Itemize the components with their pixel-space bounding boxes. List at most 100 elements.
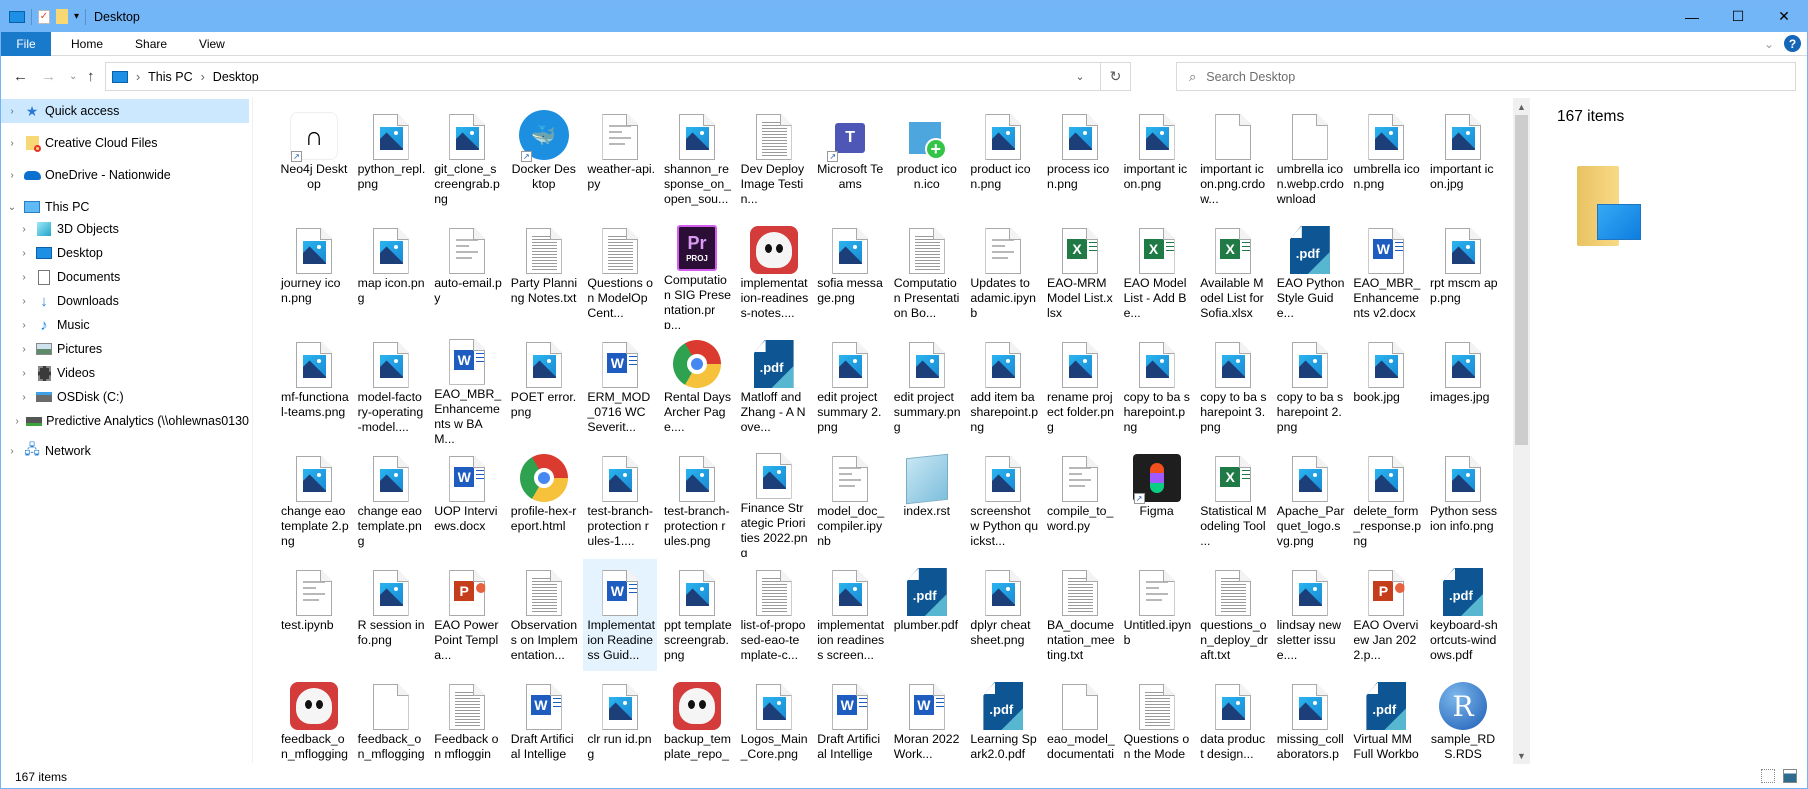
file-item[interactable]: implementation-readiness-notes.... [737, 217, 811, 329]
file-item[interactable]: feedback_on_mflogging_d... [354, 673, 428, 763]
file-item[interactable]: X EAO-MRM Model List.xlsx [1043, 217, 1117, 329]
file-item[interactable]: Python session info.png [1426, 445, 1500, 557]
sidebar-item-pictures[interactable]: › Pictures [1, 337, 249, 361]
file-item[interactable]: test.ipynb [277, 559, 351, 671]
tab-share[interactable]: Share [119, 32, 183, 56]
sidebar-item-this-pc[interactable]: ⌄ This PC [1, 195, 249, 219]
file-item[interactable]: Dev Deploy Image Testin... [737, 103, 811, 215]
chevron-right-icon[interactable]: › [17, 392, 31, 403]
file-item[interactable]: change eao template.png [354, 445, 428, 557]
file-item[interactable]: W EAO_MBR_Enhancements v2.docx [1349, 217, 1423, 329]
file-item[interactable]: + product icon.ico [890, 103, 964, 215]
file-item[interactable]: journey icon.png [277, 217, 351, 329]
file-item[interactable]: index.rst [890, 445, 964, 557]
file-item[interactable]: edit project summary 2.png [813, 331, 887, 443]
file-item[interactable]: .pdf EAO Python Style Guide... [1273, 217, 1347, 329]
file-item[interactable]: ∩ ↗ Neo4j Desktop [277, 103, 351, 215]
file-item[interactable]: add item ba sharepoint.png [966, 331, 1040, 443]
file-item[interactable]: Rental Days Archer Page.... [660, 331, 734, 443]
file-item[interactable]: lindsay newsletter issue.... [1273, 559, 1347, 671]
sidebar-item-videos[interactable]: › Videos [1, 361, 249, 385]
file-item[interactable]: 🐳 ↗ Docker Desktop [507, 103, 581, 215]
file-item[interactable]: data product design... [1196, 673, 1270, 763]
search-input[interactable]: Search Desktop [1206, 70, 1295, 84]
file-item[interactable]: Observations on Implementation... [507, 559, 581, 671]
close-button[interactable]: ✕ [1761, 1, 1807, 32]
tab-file[interactable]: File [1, 31, 51, 56]
file-item[interactable]: copy to ba sharepoint 3.png [1196, 331, 1270, 443]
properties-check-icon[interactable]: ✓ [38, 9, 50, 24]
scroll-down-icon[interactable]: ▼ [1513, 747, 1530, 764]
file-item[interactable]: auto-email.py [430, 217, 504, 329]
chevron-right-icon[interactable]: › [17, 224, 31, 235]
sidebar-item-3d-objects[interactable]: › 3D Objects [1, 217, 249, 241]
file-item[interactable]: important icon.jpg [1426, 103, 1500, 215]
scrollbar-thumb[interactable] [1515, 115, 1528, 445]
file-item[interactable]: POET error.png [507, 331, 581, 443]
file-item[interactable]: list-of-proposed-eao-template-c... [737, 559, 811, 671]
file-item[interactable]: implementation readiness screen... [813, 559, 887, 671]
sidebar-item-predictive-analytics-ohlewnas0130[interactable]: › Predictive Analytics (\\ohlewnas0130 [1, 409, 249, 433]
file-item[interactable]: ppt template screengrab.png [660, 559, 734, 671]
file-item[interactable]: Feedback on mflogging... [430, 673, 504, 763]
file-item[interactable]: compile_to_word.py [1043, 445, 1117, 557]
sidebar-item-onedrive-nationwide[interactable]: › OneDrive - Nationwide [1, 163, 249, 187]
file-item[interactable]: W ERM_MOD_0716 WC Severit... [583, 331, 657, 443]
sidebar-item-osdisk-c[interactable]: › OSDisk (C:) [1, 385, 249, 409]
file-item[interactable]: git_clone_screengrab.png [430, 103, 504, 215]
chevron-right-icon[interactable]: › [17, 368, 31, 379]
customize-dropdown-icon[interactable]: ▾ [74, 11, 79, 22]
file-item[interactable]: Rsample_RDS.RDS [1426, 673, 1500, 763]
chevron-right-icon[interactable]: › [12, 416, 22, 427]
file-item[interactable]: weather-api.py [583, 103, 657, 215]
file-item[interactable]: sofia message.png [813, 217, 887, 329]
file-item[interactable]: map icon.png [354, 217, 428, 329]
file-item[interactable]: change eao template 2.png [277, 445, 351, 557]
file-item[interactable]: umbrella icon.png [1349, 103, 1423, 215]
file-item[interactable]: edit project summary.png [890, 331, 964, 443]
sidebar-item-music[interactable]: › ♪ Music [1, 313, 249, 337]
file-item[interactable]: eao_model_documentatio... [1043, 673, 1117, 763]
chevron-right-icon[interactable]: › [5, 170, 19, 181]
details-view-icon[interactable] [1761, 769, 1775, 783]
file-item[interactable]: X Available Model List for Sofia.xlsx [1196, 217, 1270, 329]
file-item[interactable]: product icon.png [966, 103, 1040, 215]
chevron-right-icon[interactable]: › [17, 320, 31, 331]
file-item[interactable]: .pdf plumber.pdf [890, 559, 964, 671]
file-item[interactable]: profile-hex-report.html [507, 445, 581, 557]
chevron-right-icon[interactable]: › [5, 446, 19, 457]
file-item[interactable]: W UOP Interviews.docx [430, 445, 504, 557]
file-item[interactable]: screenshot w Python quickst... [966, 445, 1040, 557]
file-item[interactable]: important icon.png [1120, 103, 1194, 215]
file-item[interactable]: WDraft Artificial Intelligen... [507, 673, 581, 763]
sidebar-item-desktop[interactable]: › Desktop [1, 241, 249, 265]
file-item[interactable]: X EAO Model List - Add Be... [1120, 217, 1194, 329]
address-bar[interactable]: › This PC › Desktop ⌄ ↻ [105, 62, 1131, 91]
file-item[interactable]: images.jpg [1426, 331, 1500, 443]
file-item[interactable]: Logos_Main_Core.png [737, 673, 811, 763]
file-item[interactable]: rename project folder.png [1043, 331, 1117, 443]
chevron-right-icon[interactable]: › [17, 296, 31, 307]
file-item[interactable]: P EAO Overview Jan 2022.p... [1349, 559, 1423, 671]
file-item[interactable]: mf-functional-teams.png [277, 331, 351, 443]
file-item[interactable]: Pr PROJ Computation SIG Presentation.prp..… [660, 217, 734, 329]
back-button[interactable]: ← [13, 68, 28, 85]
file-item[interactable]: Computation Presentation Bo... [890, 217, 964, 329]
sidebar-item-network[interactable]: › 🖧 Network [1, 439, 249, 463]
minimize-button[interactable]: — [1669, 1, 1715, 32]
file-item[interactable]: W Moran 2022 Work... [890, 673, 964, 763]
tab-view[interactable]: View [183, 32, 241, 56]
file-item[interactable]: Updates to adamic.ipynb [966, 217, 1040, 329]
file-item[interactable]: python_repl.png [354, 103, 428, 215]
file-item[interactable]: Questions on ModelOp Cent... [583, 217, 657, 329]
breadcrumb-this-pc[interactable]: This PC [148, 70, 192, 84]
help-icon[interactable]: ? [1784, 35, 1801, 52]
file-item[interactable]: .pdf Learning Spark2.0.pdf [966, 673, 1040, 763]
sidebar-item-documents[interactable]: › Documents [1, 265, 249, 289]
file-item[interactable]: umbrella icon.webp.crdownload [1273, 103, 1347, 215]
vertical-scrollbar[interactable]: ▲ ▼ [1513, 98, 1530, 764]
refresh-button[interactable]: ↻ [1100, 63, 1130, 90]
file-item[interactable]: R session info.png [354, 559, 428, 671]
file-item[interactable]: process icon.png [1043, 103, 1117, 215]
file-item[interactable]: Party Planning Notes.txt [507, 217, 581, 329]
